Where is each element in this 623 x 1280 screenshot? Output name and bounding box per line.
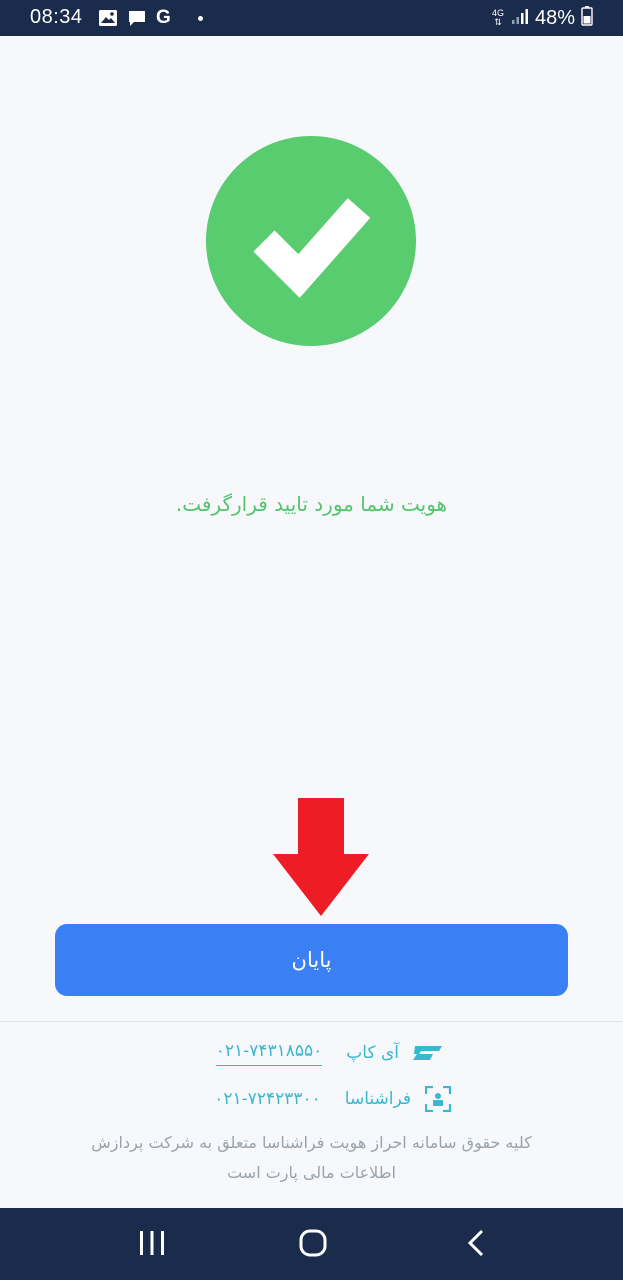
red-arrow-icon [273,798,369,916]
navigation-bar [0,1208,623,1280]
finish-button-label: پایان [291,948,332,972]
back-icon[interactable] [464,1228,488,1258]
contact-name-icup: آی کاپ [346,1043,399,1063]
status-system-icons: 4G ⇅ 48% [491,6,593,30]
checkmark-icon [253,198,371,298]
contact-name-farashenasa: فراشناسا [344,1089,411,1109]
contact-row-farashenasa: فراشناسا ۰۲۱-۷۲۴۲۳۳۰۰ [214,1082,451,1116]
recent-apps-icon[interactable] [138,1228,166,1258]
image-icon [98,9,118,27]
status-time: 08:34 [30,6,83,28]
finish-button[interactable]: پایان [55,924,568,996]
network-label: 4G [491,8,504,18]
battery-percent: 48% [534,6,575,29]
icup-logo-icon [413,1046,442,1060]
copyright-text: کلیه حقوق سامانه احراز هویت فراشناسا متع… [40,1128,583,1188]
notification-dot [197,15,203,21]
success-circle [206,136,416,346]
farashenasa-logo-icon [425,1086,451,1112]
signal-icon [511,7,529,29]
google-icon: G [156,7,171,28]
contact-row-icup: آی کاپ ۰۲۱-۷۴۳۱۸۵۵۰ [215,1036,443,1070]
home-icon[interactable] [298,1228,328,1258]
chat-icon [127,9,147,27]
copyright-line-2: اطلاعات مالی پارت است [227,1163,396,1182]
battery-icon [581,6,593,30]
status-bar: 08:34 G 4G ⇅ 48% [0,0,623,36]
footer-divider [0,1021,623,1022]
success-message: هویت شما مورد تایید قرارگرفت. [175,492,448,516]
status-notification-icons: G [98,8,203,28]
contact-phone-icup[interactable]: ۰۲۱-۷۴۳۱۸۵۵۰ [215,1041,323,1066]
contact-phone-farashenasa[interactable]: ۰۲۱-۷۲۴۲۳۳۰۰ [214,1089,321,1109]
copyright-line-1: کلیه حقوق سامانه احراز هویت فراشناسا متع… [91,1133,532,1152]
network-4g-icon: 4G ⇅ [491,8,504,27]
